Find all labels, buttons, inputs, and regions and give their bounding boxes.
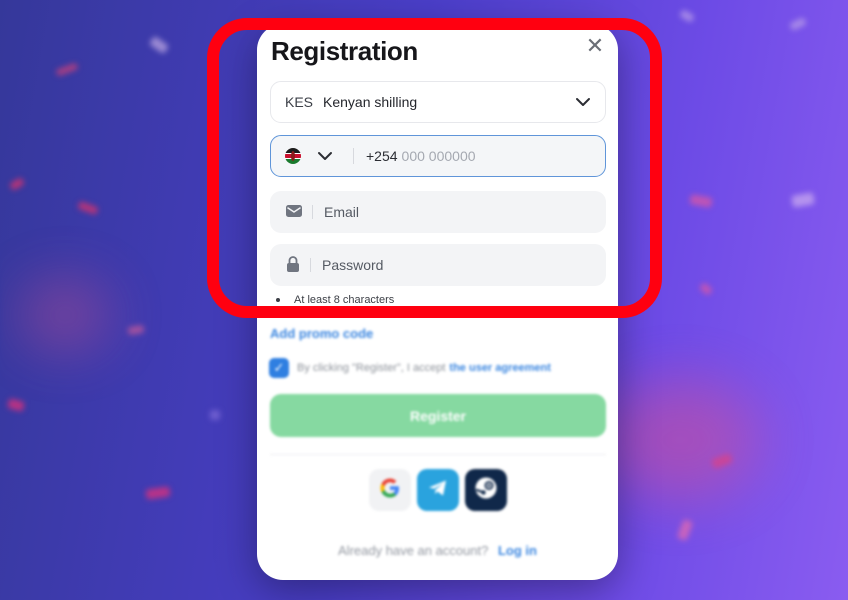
email-field[interactable]: Email — [270, 191, 606, 233]
telegram-login-button[interactable] — [417, 469, 459, 511]
confetti-piece — [689, 194, 713, 208]
envelope-icon — [286, 204, 302, 221]
phone-field[interactable]: +254 000 000000 — [270, 135, 606, 177]
password-hint: At least 8 characters — [276, 294, 394, 306]
confetti-piece — [8, 177, 26, 191]
confetti-piece — [789, 16, 807, 32]
divider — [312, 205, 313, 219]
divider — [353, 148, 354, 164]
password-placeholder[interactable]: Password — [322, 257, 383, 273]
confetti-piece — [791, 192, 815, 208]
confetti-piece — [148, 35, 170, 55]
password-hint-text: At least 8 characters — [294, 294, 395, 306]
confetti-piece — [678, 9, 696, 23]
login-prompt: Already have an account? Log in — [257, 543, 618, 558]
confetti-piece — [145, 486, 171, 500]
email-placeholder[interactable]: Email — [324, 204, 359, 220]
confetti-piece — [6, 398, 26, 412]
confetti-piece — [55, 62, 79, 77]
background-glow — [20, 280, 110, 350]
divider — [270, 454, 606, 455]
bullet-icon — [276, 298, 280, 302]
currency-code: KES — [285, 94, 314, 110]
steam-login-button[interactable] — [465, 469, 507, 511]
agreement-text: By clicking "Register", I accept — [297, 362, 446, 374]
chevron-down-icon — [575, 94, 591, 110]
social-login-row — [369, 469, 507, 511]
confetti-piece — [127, 324, 145, 336]
google-login-button[interactable] — [369, 469, 411, 511]
chevron-down-icon[interactable] — [317, 148, 333, 164]
currency-name: Kenyan shilling — [323, 94, 418, 110]
lock-icon — [286, 255, 300, 275]
divider — [310, 258, 311, 272]
register-button[interactable]: Register — [270, 394, 606, 437]
steam-icon — [473, 475, 499, 506]
google-icon — [378, 476, 402, 505]
registration-modal: Registration ✕ KES Kenyan shilling +254 … — [257, 24, 618, 580]
phone-placeholder[interactable]: 000 000000 — [402, 148, 476, 164]
agreement-row: ✓ By clicking "Register", I accept the u… — [269, 358, 551, 378]
confetti-piece — [676, 518, 694, 542]
close-button[interactable]: ✕ — [585, 35, 605, 57]
telegram-icon — [426, 476, 450, 505]
background-glow — [600, 380, 760, 500]
log-in-link[interactable]: Log in — [498, 543, 537, 558]
kenya-flag-icon[interactable] — [285, 148, 301, 164]
login-prompt-text: Already have an account? — [338, 543, 489, 558]
phone-prefix: +254 — [366, 148, 398, 164]
add-promo-code-link[interactable]: Add promo code — [270, 326, 373, 341]
confetti-piece — [210, 410, 220, 420]
confetti-piece — [698, 282, 714, 296]
currency-select[interactable]: KES Kenyan shilling — [270, 81, 606, 123]
confetti-piece — [77, 200, 99, 216]
agreement-checkbox[interactable]: ✓ — [269, 358, 289, 378]
password-field[interactable]: Password — [270, 244, 606, 286]
user-agreement-link[interactable]: the user agreement — [449, 362, 550, 374]
modal-title: Registration — [271, 36, 418, 66]
